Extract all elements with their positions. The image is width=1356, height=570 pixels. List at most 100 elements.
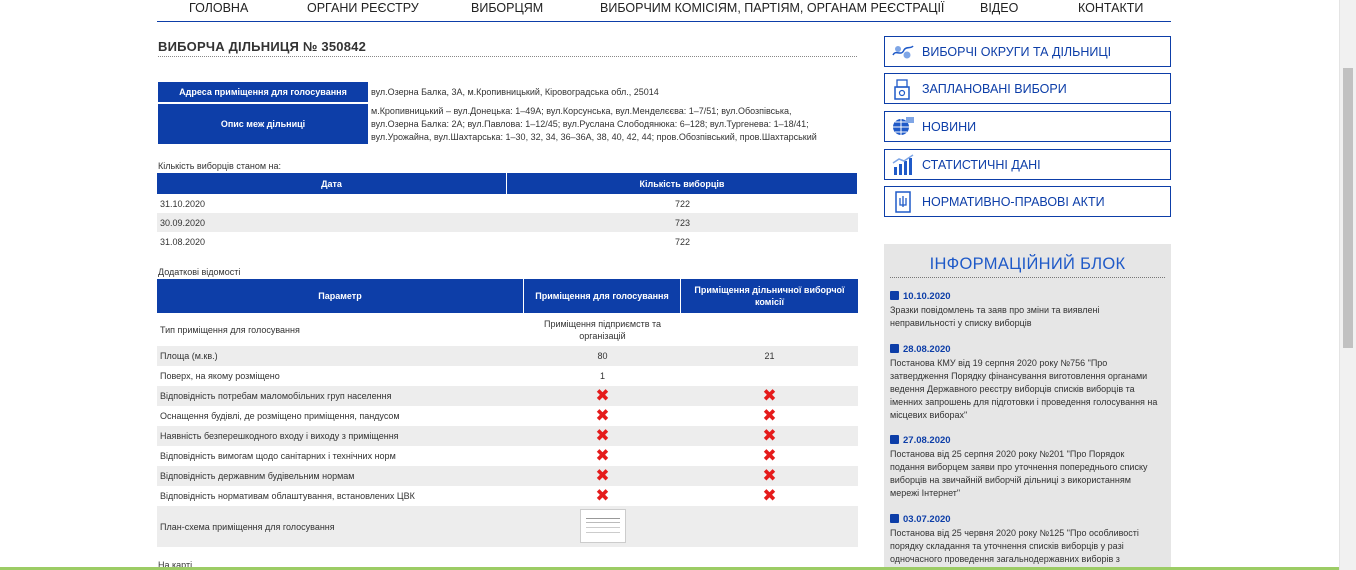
cross-icon: ✖	[595, 446, 610, 466]
news-date: 10.10.2020	[903, 291, 951, 302]
districts-button-label: ВИБОРЧІ ОКРУГИ ТА ДІЛЬНИЦІ	[922, 45, 1112, 59]
districts-button[interactable]: ВИБОРЧІ ОКРУГИ ТА ДІЛЬНИЦІ	[884, 36, 1171, 67]
chart-icon	[892, 154, 914, 175]
param-value: 1	[599, 371, 605, 381]
news-date: 03.07.2020	[903, 514, 951, 525]
param-name: Поверх, на якому розміщено	[160, 371, 280, 381]
cross-icon: ✖	[762, 446, 777, 466]
boundary-label: Опис меж дільниці	[158, 102, 368, 144]
cross-icon: ✖	[762, 386, 777, 406]
boundary-row: Опис меж дільниці м.Кропивницький – вул.…	[158, 102, 856, 144]
param-name: Відповідність нормативам облаштування, в…	[160, 491, 415, 501]
precinct-info-table: Адреса приміщення для голосування вул.Оз…	[156, 82, 858, 144]
scrollbar-thumb[interactable]	[1343, 68, 1353, 348]
voters-count-label: Кількість виборців станом на:	[158, 161, 282, 171]
param-value	[681, 313, 858, 346]
nav-voters[interactable]: ВИБОРЦЯМ	[471, 1, 543, 15]
column-header-parameter: Параметр	[157, 279, 524, 313]
cross-icon: ✖	[762, 426, 777, 446]
cross-icon: ✖	[762, 466, 777, 486]
param-name: Наявність безперешкодного входу і виходу…	[157, 426, 524, 446]
param-name: Тип приміщення для голосування	[160, 324, 300, 335]
param-value: Приміщення підприємств та організацій	[543, 318, 662, 341]
cross-icon: ✖	[595, 406, 610, 426]
news-text[interactable]: Постанова КМУ від 19 серпня 2020 року №7…	[890, 357, 1160, 422]
cross-icon: ✖	[762, 406, 777, 426]
calendar-icon	[890, 291, 899, 300]
page-title: ВИБОРЧА ДІЛЬНИЦЯ № 350842	[158, 39, 366, 54]
news-date: 27.08.2020	[903, 435, 951, 446]
table-row: Відповідність вимогам щодо санітарних і …	[157, 446, 858, 466]
table-row: План-схема приміщення для голосування	[157, 506, 858, 547]
title-divider	[158, 56, 857, 57]
table-row: Оснащення будівлі, де розміщено приміщен…	[157, 406, 858, 426]
voters-date: 30.09.2020	[157, 213, 507, 232]
ballot-box-icon	[894, 79, 910, 100]
page-scrollbar[interactable]	[1339, 0, 1356, 570]
boundary-line: вул.Урожайна, вул.Шахтарська: 1–30, 32, …	[371, 131, 817, 142]
column-header-voting-premises: Приміщення для голосування	[524, 279, 681, 313]
cross-icon: ✖	[595, 386, 610, 406]
nav-contacts[interactable]: КОНТАКТИ	[1078, 1, 1143, 15]
news-button[interactable]: НОВИНИ	[884, 111, 1171, 142]
table-row: Наявність безперешкодного входу і виходу…	[157, 426, 858, 446]
news-text[interactable]: Постанова від 25 червня 2020 року №125 "…	[890, 527, 1160, 566]
calendar-icon	[890, 344, 899, 353]
planned-elections-button[interactable]: ЗАПЛАНОВАНІ ВИБОРИ	[884, 73, 1171, 104]
voters-count: 722	[674, 236, 691, 247]
boundary-line: вул.Озерна Балка: 2А; вул.Павлова: 1–12/…	[371, 118, 809, 129]
nav-commissions[interactable]: ВИБОРЧИМ КОМІСІЯМ, ПАРТІЯМ, ОРГАНАМ РЕЄС…	[600, 1, 944, 15]
cross-icon: ✖	[762, 486, 777, 506]
boundary-line: м.Кропивницький – вул.Донецька: 1–49А; в…	[371, 105, 792, 116]
news-text[interactable]: Зразки повідомлень та заяв про зміни та …	[890, 304, 1160, 330]
floor-plan-thumbnail[interactable]	[579, 508, 626, 543]
param-name: Відповідність потребам маломобільних гру…	[157, 386, 524, 406]
table-row: Відповідність державним будівельним норм…	[157, 466, 858, 486]
column-header-commission-premises: Приміщення дільничної виборчої комісії	[681, 279, 858, 313]
table-row: Відповідність потребам маломобільних гру…	[157, 386, 858, 406]
parameters-table: Параметр Приміщення для голосування Прим…	[157, 279, 858, 547]
news-item[interactable]: 03.07.2020 Постанова від 25 червня 2020 …	[890, 514, 1160, 566]
nav-video[interactable]: ВІДЕО	[980, 1, 1018, 15]
top-navigation: ГОЛОВНА ОРГАНИ РЕЄСТРУ ВИБОРЦЯМ ВИБОРЧИМ…	[157, 0, 1171, 22]
info-block: ІНФОРМАЦІЙНИЙ БЛОК 10.10.2020 Зразки пов…	[884, 244, 1171, 570]
planned-elections-label: ЗАПЛАНОВАНІ ВИБОРИ	[922, 82, 1067, 96]
legal-acts-button[interactable]: НОРМАТИВНО-ПРАВОВІ АКТИ	[884, 186, 1171, 217]
param-name: Відповідність вимогам щодо санітарних і …	[160, 451, 396, 461]
calendar-icon	[890, 435, 899, 444]
voters-count: 723	[507, 213, 858, 232]
voters-date: 31.08.2020	[160, 236, 206, 247]
news-text[interactable]: Постанова від 25 серпня 2020 року №201 "…	[890, 448, 1160, 500]
address-value: вул.Озерна Балка, 3А, м.Кропивницький, К…	[371, 86, 659, 97]
news-item[interactable]: 27.08.2020 Постанова від 25 серпня 2020 …	[890, 435, 1160, 500]
cross-icon: ✖	[595, 426, 610, 446]
param-value: 80	[524, 346, 681, 366]
nav-home[interactable]: ГОЛОВНА	[189, 1, 248, 15]
table-row: 30.09.2020 723	[157, 213, 858, 232]
statistics-button[interactable]: СТАТИСТИЧНІ ДАНІ	[884, 149, 1171, 180]
table-row: 31.08.2020 722	[157, 232, 858, 251]
table-row: Поверх, на якому розміщено 1	[157, 366, 858, 386]
voters-count-table: Дата Кількість виборців 31.10.2020 722 3…	[157, 173, 858, 251]
param-value: 21	[681, 346, 858, 366]
nav-registry-bodies[interactable]: ОРГАНИ РЕЄСТРУ	[307, 1, 419, 15]
column-header-count: Кількість виборців	[507, 173, 858, 194]
address-label: Адреса приміщення для голосування	[158, 82, 368, 102]
table-row: Площа (м.кв.) 80 21	[157, 346, 858, 366]
globe-news-icon	[893, 117, 914, 135]
news-item[interactable]: 10.10.2020 Зразки повідомлень та заяв пр…	[890, 291, 1160, 330]
param-name: Відповідність державним будівельним норм…	[157, 466, 524, 486]
news-item[interactable]: 28.08.2020 Постанова КМУ від 19 серпня 2…	[890, 344, 1160, 422]
column-header-date: Дата	[157, 173, 507, 194]
cross-icon: ✖	[595, 466, 610, 486]
cross-icon: ✖	[595, 486, 610, 506]
param-name: План-схема приміщення для голосування	[157, 506, 524, 547]
document-trident-icon	[895, 191, 911, 213]
boundary-value: м.Кропивницький – вул.Донецька: 1–49А; в…	[370, 102, 856, 144]
param-value	[681, 366, 858, 386]
table-row: Відповідність нормативам облаштування, в…	[157, 486, 858, 506]
address-row: Адреса приміщення для голосування вул.Оз…	[158, 82, 856, 102]
table-row: Тип приміщення для голосування Приміщенн…	[157, 313, 858, 346]
info-block-title: ІНФОРМАЦІЙНИЙ БЛОК	[890, 255, 1165, 278]
news-button-label: НОВИНИ	[922, 120, 977, 134]
